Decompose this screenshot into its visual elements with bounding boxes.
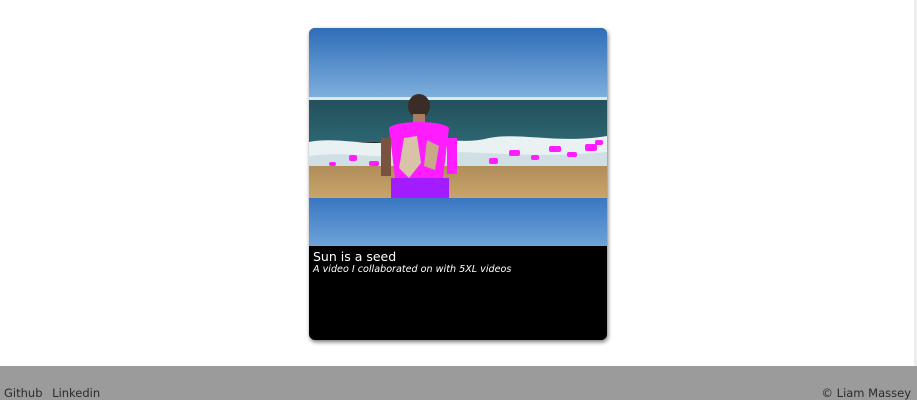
video-title[interactable]: Sun is a seed — [313, 249, 603, 264]
video-description: A video I collaborated on with 5XL video… — [313, 264, 512, 275]
video-card[interactable]: Sun is a seed A video I collaborated on … — [309, 28, 607, 340]
footer: Github Linkedin © Liam Massey — [0, 366, 917, 400]
github-link[interactable]: Github — [4, 386, 43, 400]
page: Sun is a seed A video I collaborated on … — [0, 0, 917, 400]
video-thumbnail-image — [309, 28, 607, 246]
linkedin-link[interactable]: Linkedin — [52, 386, 100, 400]
footer-links: Github Linkedin — [4, 386, 106, 400]
copyright-text: © Liam Massey — [821, 386, 912, 400]
video-thumbnail[interactable] — [309, 28, 607, 246]
video-card-text: Sun is a seed A video I collaborated on … — [313, 249, 603, 276]
